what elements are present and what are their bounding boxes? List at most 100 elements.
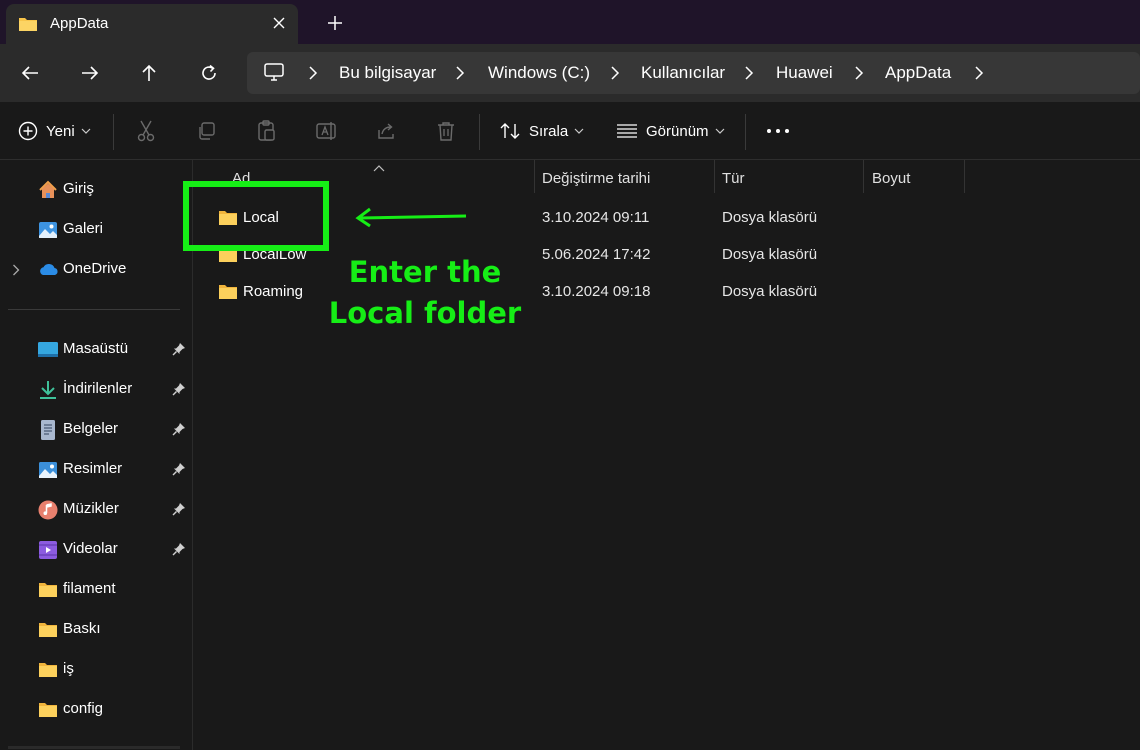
sidebar-item-label: Müzikler	[63, 500, 119, 517]
cloud-icon	[38, 260, 58, 280]
tab-appdata[interactable]: AppData	[6, 4, 298, 44]
pin-icon[interactable]	[172, 382, 186, 399]
sidebar-item-label: Resimler	[63, 460, 123, 477]
plus-circle-icon	[18, 121, 38, 141]
file-name: Roaming	[243, 283, 304, 300]
sidebar-item-documents[interactable]: Belgeler	[0, 411, 190, 447]
sidebar-item-label: config	[63, 700, 104, 717]
up-button[interactable]	[135, 59, 163, 87]
paste-icon	[258, 120, 275, 141]
back-button[interactable]	[16, 59, 44, 87]
navigation-pane: Giriş Galeri OneDrive Masaüstü İndirilen…	[0, 160, 193, 750]
chevron-right-icon[interactable]	[307, 66, 319, 80]
sidebar-item-home[interactable]: Giriş	[0, 171, 190, 207]
column-header-date[interactable]: Değiştirme tarihi	[542, 170, 650, 187]
sort-button[interactable]: Sırala	[499, 119, 584, 143]
pin-icon[interactable]	[172, 542, 186, 559]
pin-icon[interactable]	[172, 502, 186, 519]
sidebar-item-baski[interactable]: Baskı	[0, 611, 190, 647]
sidebar-item-downloads[interactable]: İndirilenler	[0, 371, 190, 407]
sidebar-item-label: Videolar	[63, 540, 118, 557]
sidebar-item-label: iş	[63, 660, 74, 677]
sidebar-item-label: OneDrive	[63, 260, 127, 277]
address-bar[interactable]: Bu bilgisayar Windows (C:) Kullanıcılar …	[247, 52, 1140, 94]
breadcrumb-users[interactable]: Kullanıcılar	[641, 63, 725, 83]
copy-icon	[199, 122, 215, 140]
copy-button[interactable]	[196, 119, 216, 143]
view-list-icon	[617, 124, 637, 138]
column-header-size[interactable]: Boyut	[872, 170, 910, 187]
view-button[interactable]: Görünüm	[616, 119, 725, 143]
sidebar-item-gallery[interactable]: Galeri	[0, 211, 190, 247]
file-row-local[interactable]: Local 3.10.2024 09:11 Dosya klasörü	[194, 199, 1140, 236]
sidebar-scrollbar[interactable]	[8, 746, 180, 749]
title-bar: AppData	[0, 0, 1140, 44]
refresh-icon	[202, 64, 216, 80]
desktop-icon	[38, 340, 58, 360]
scissors-icon	[137, 120, 155, 142]
chevron-right-icon[interactable]	[853, 66, 865, 80]
close-icon[interactable]	[268, 12, 290, 34]
share-icon	[378, 123, 394, 139]
chevron-down-icon	[715, 128, 724, 134]
document-icon	[38, 420, 58, 440]
breadcrumb-drive[interactable]: Windows (C:)	[488, 63, 590, 83]
rename-button[interactable]	[316, 119, 338, 143]
pin-icon[interactable]	[172, 422, 186, 439]
column-header-type[interactable]: Tür	[722, 170, 745, 187]
forward-button[interactable]	[76, 59, 104, 87]
file-type: Dosya klasörü	[722, 283, 818, 300]
sidebar-item-label: Masaüstü	[63, 340, 129, 357]
file-list: Ad Değiştirme tarihi Tür Boyut Local 3.1…	[194, 160, 1140, 750]
new-label: Yeni	[46, 122, 75, 140]
chevron-right-icon[interactable]	[609, 66, 621, 80]
column-divider[interactable]	[964, 160, 965, 193]
download-icon	[38, 380, 58, 400]
sidebar-item-is[interactable]: iş	[0, 651, 190, 687]
command-bar: Yeni Sırala Görünüm	[0, 102, 1140, 160]
breadcrumb-current[interactable]: AppData	[885, 63, 951, 83]
sidebar-item-videos[interactable]: Videolar	[0, 531, 190, 567]
navigation-bar: Bu bilgisayar Windows (C:) Kullanıcılar …	[0, 44, 1140, 102]
chevron-right-icon[interactable]	[454, 66, 466, 80]
folder-icon	[38, 580, 58, 600]
chevron-right-icon[interactable]	[973, 66, 985, 80]
sidebar-item-label: filament	[63, 580, 116, 597]
file-date: 5.06.2024 17:42	[542, 246, 651, 263]
file-type: Dosya klasörü	[722, 209, 818, 226]
annotation-line-2: Local folder	[328, 296, 522, 330]
sidebar-item-onedrive[interactable]: OneDrive	[0, 251, 190, 287]
share-button[interactable]	[376, 119, 396, 143]
column-divider[interactable]	[863, 160, 864, 193]
breadcrumb-user[interactable]: Huawei	[776, 63, 833, 83]
file-date: 3.10.2024 09:18	[542, 283, 651, 300]
breadcrumb-this-pc[interactable]: Bu bilgisayar	[339, 63, 436, 83]
refresh-button[interactable]	[195, 59, 223, 87]
sidebar-item-music[interactable]: Müzikler	[0, 491, 190, 527]
more-options-button[interactable]	[766, 119, 790, 143]
more-icon	[767, 129, 789, 133]
paste-button[interactable]	[256, 119, 276, 143]
computer-icon[interactable]	[263, 62, 285, 85]
cut-button[interactable]	[136, 119, 156, 143]
chevron-right-icon[interactable]	[743, 66, 755, 80]
view-label: Görünüm	[646, 122, 709, 140]
new-button[interactable]: Yeni	[18, 119, 91, 143]
pin-icon[interactable]	[172, 462, 186, 479]
delete-button[interactable]	[437, 119, 455, 143]
chevron-right-icon[interactable]	[12, 263, 20, 279]
toolbar-divider	[479, 114, 480, 150]
sidebar-item-pictures[interactable]: Resimler	[0, 451, 190, 487]
pin-icon[interactable]	[172, 342, 186, 359]
sort-caret-icon	[373, 160, 385, 176]
toolbar-divider	[745, 114, 746, 150]
sidebar-item-filament[interactable]: filament	[0, 571, 190, 607]
column-divider[interactable]	[714, 160, 715, 193]
new-tab-button[interactable]	[323, 11, 347, 35]
sort-icon	[500, 123, 520, 139]
sidebar-item-config[interactable]: config	[0, 691, 190, 727]
chevron-down-icon	[574, 128, 584, 134]
pictures-icon	[38, 460, 58, 480]
column-divider[interactable]	[534, 160, 535, 193]
sidebar-item-desktop[interactable]: Masaüstü	[0, 331, 190, 367]
